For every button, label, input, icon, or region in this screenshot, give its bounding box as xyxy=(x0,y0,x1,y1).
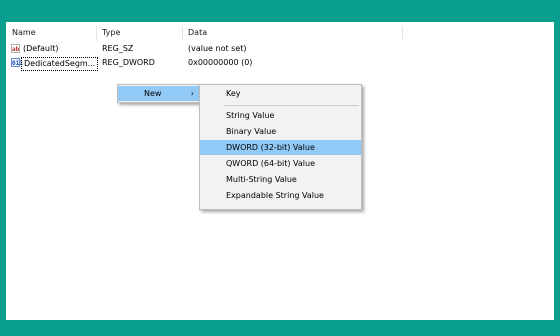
menu-item-new[interactable]: New › xyxy=(118,86,200,101)
value-type: REG_DWORD xyxy=(102,58,155,67)
submenu-item-dword-value[interactable]: DWORD (32-bit) Value xyxy=(200,140,361,155)
menu-item-label: DWORD (32-bit) Value xyxy=(226,143,315,152)
value-data: 0x00000000 (0) xyxy=(188,58,253,67)
registry-value-row[interactable]: 011 DedicatedSegm... REG_DWORD 0x0000000… xyxy=(6,57,406,71)
menu-item-label: QWORD (64-bit) Value xyxy=(226,159,316,168)
submenu-item-multi-string-value[interactable]: Multi-String Value xyxy=(200,172,361,187)
column-divider[interactable] xyxy=(402,26,403,40)
menu-item-label: String Value xyxy=(226,111,275,120)
column-divider[interactable] xyxy=(96,26,97,40)
value-type: REG_SZ xyxy=(102,44,134,53)
menu-separator xyxy=(224,105,359,106)
registry-value-row[interactable]: ab (Default) REG_SZ (value not set) xyxy=(6,43,406,55)
value-data: (value not set) xyxy=(188,44,247,53)
value-name: (Default) xyxy=(23,44,59,53)
chevron-right-icon: › xyxy=(190,89,194,98)
submenu-item-binary-value[interactable]: Binary Value xyxy=(200,124,361,139)
column-header-name[interactable]: Name xyxy=(12,27,36,39)
value-name: DedicatedSegm... xyxy=(21,57,99,71)
submenu-item-string-value[interactable]: String Value xyxy=(200,108,361,123)
string-value-icon: ab xyxy=(11,44,20,53)
submenu-item-key[interactable]: Key xyxy=(200,86,361,101)
context-menu: New › xyxy=(117,84,201,103)
column-header-type[interactable]: Type xyxy=(102,27,120,39)
column-header-data[interactable]: Data xyxy=(188,27,207,39)
submenu-item-expandable-string-value[interactable]: Expandable String Value xyxy=(200,188,361,203)
menu-item-label: Multi-String Value xyxy=(226,175,297,184)
menu-item-label: New xyxy=(144,89,162,98)
new-submenu: Key String Value Binary Value DWORD (32-… xyxy=(199,84,362,210)
menu-item-label: Key xyxy=(226,89,241,98)
submenu-item-qword-value[interactable]: QWORD (64-bit) Value xyxy=(200,156,361,171)
column-divider[interactable] xyxy=(182,26,183,40)
menu-item-label: Expandable String Value xyxy=(226,191,324,200)
dword-value-icon: 011 xyxy=(11,58,23,67)
menu-item-label: Binary Value xyxy=(226,127,277,136)
